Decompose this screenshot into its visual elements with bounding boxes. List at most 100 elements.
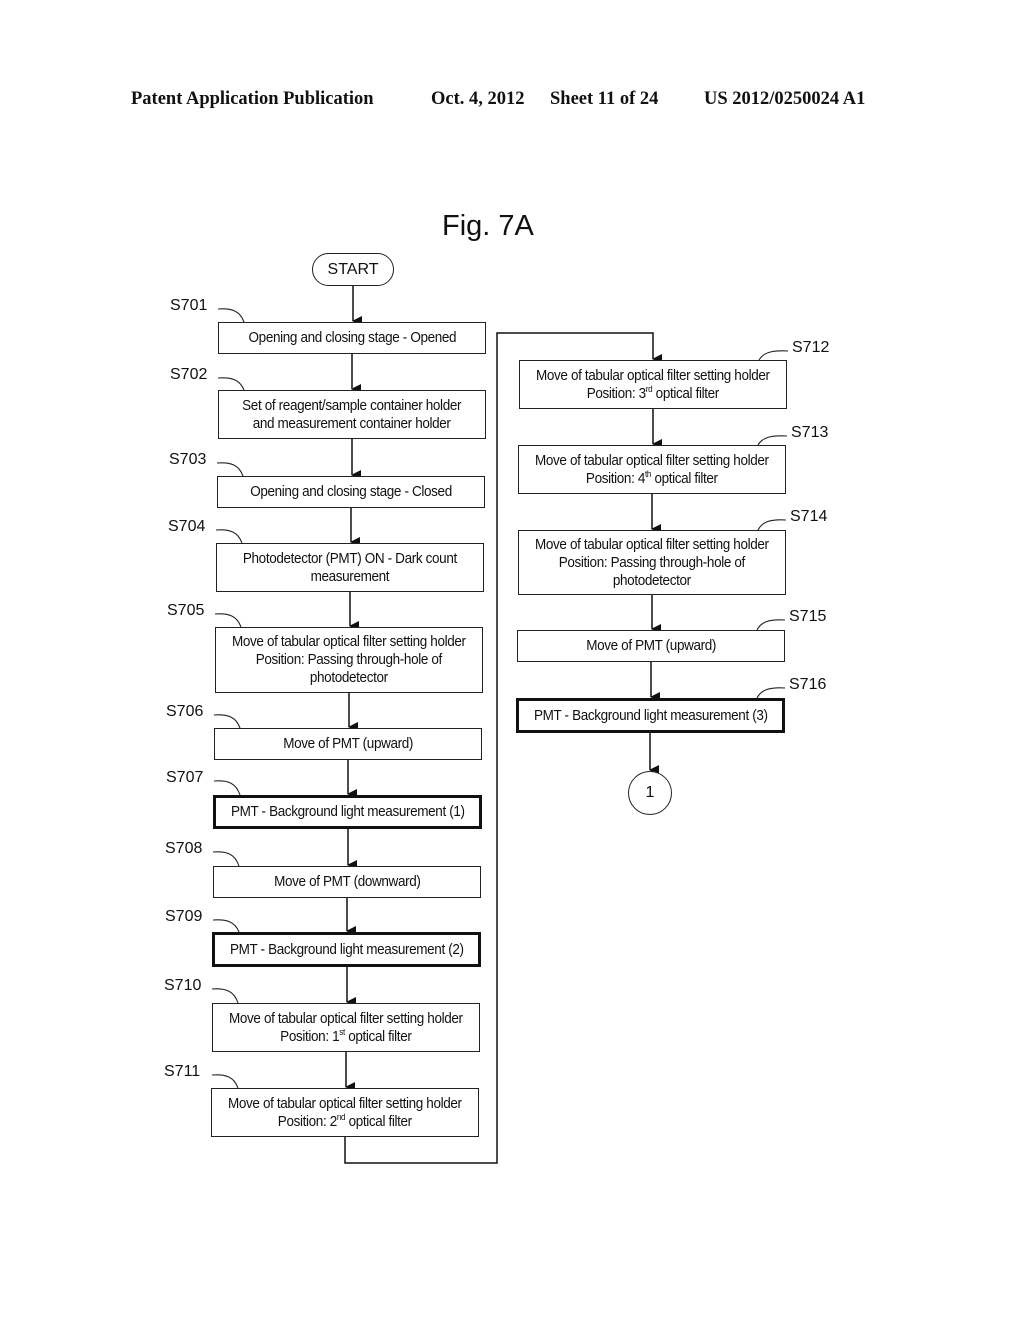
start-terminal: START xyxy=(312,253,394,286)
step-text-line: PMT - Background light measurement (3) xyxy=(533,706,768,724)
step-text-line: Move of PMT (downward) xyxy=(273,873,421,890)
step-label-s702: S702 xyxy=(170,366,208,383)
step-text: Move of tabular optical filter setting h… xyxy=(228,1095,462,1131)
sheet-number: Sheet 11 of 24 xyxy=(550,89,659,109)
step-text-line: measurement xyxy=(310,567,390,585)
step-text-line: Photodetector (PMT) ON - Dark count xyxy=(243,549,457,567)
publication-date: Oct. 4, 2012 xyxy=(431,89,525,109)
step-box-s711: Move of tabular optical filter setting h… xyxy=(211,1088,479,1137)
step-label-s710: S710 xyxy=(164,977,202,994)
step-label-s713: S713 xyxy=(791,424,829,441)
start-label: START xyxy=(327,260,379,278)
leader-line-s708 xyxy=(212,851,240,867)
step-text-line: Move of tabular optical filter setting h… xyxy=(535,451,769,469)
step-box-s701: Opening and closing stage - Opened xyxy=(218,322,486,354)
step-text-line: PMT - Background light measurement (2) xyxy=(229,940,464,958)
step-box-s716: PMT - Background light measurement (3) xyxy=(516,698,785,733)
step-label-s711: S711 xyxy=(164,1063,201,1080)
step-label-s705: S705 xyxy=(167,602,205,619)
step-text-line: PMT - Background light measurement (1) xyxy=(230,803,465,820)
step-text: Opening and closing stage - Closed xyxy=(250,483,452,501)
step-text-line: Move of PMT (upward) xyxy=(283,735,413,752)
step-text-line: Opening and closing stage - Closed xyxy=(250,483,452,500)
step-label-s709: S709 xyxy=(165,908,203,925)
step-text: Move of tabular optical filter setting h… xyxy=(535,536,769,590)
leader-line-s715 xyxy=(756,619,786,631)
step-box-s707: PMT - Background light measurement (1) xyxy=(213,795,482,829)
leader-line-s710 xyxy=(211,988,239,1004)
step-text-line: Move of tabular optical filter setting h… xyxy=(536,366,770,384)
step-label-s701: S701 xyxy=(170,297,208,314)
step-box-s702: Set of reagent/sample container holder an… xyxy=(218,390,486,439)
step-label-s716: S716 xyxy=(789,676,827,693)
flow-connectors xyxy=(211,286,789,1164)
step-text-line: Move of tabular optical filter setting h… xyxy=(535,535,769,553)
step-box-s703: Opening and closing stage - Closed xyxy=(217,476,485,508)
step-label-s706: S706 xyxy=(166,703,204,720)
step-text: Move of PMT (upward) xyxy=(586,637,716,655)
publication-type: Patent Application Publication xyxy=(131,89,374,109)
leader-line-s713 xyxy=(757,435,788,446)
step-text-line: Opening and closing stage - Opened xyxy=(248,329,456,346)
step-text: Opening and closing stage - Opened xyxy=(248,329,456,347)
step-text-line: Set of reagent/sample container holder xyxy=(242,396,462,414)
leader-line-s705 xyxy=(214,613,242,628)
off-page-connector: 1 xyxy=(628,771,672,815)
step-text: PMT - Background light measurement (3) xyxy=(534,707,768,725)
step-box-s704: Photodetector (PMT) ON - Dark count measu… xyxy=(216,543,484,592)
step-label-s712: S712 xyxy=(792,339,830,356)
step-text-line: Position: 3rd optical filter xyxy=(586,383,720,402)
step-text-line: Move of tabular optical filter setting h… xyxy=(229,1009,463,1027)
step-box-s710: Move of tabular optical filter setting h… xyxy=(212,1003,480,1052)
figure-title: Fig. 7A xyxy=(442,210,534,242)
step-text-line: Position: 4th optical filter xyxy=(586,468,718,487)
step-text: Move of tabular optical filter setting h… xyxy=(229,1010,463,1046)
leader-line-s709 xyxy=(212,919,240,933)
step-text-line: Position: Passing through-hole of xyxy=(255,651,443,668)
step-label-s714: S714 xyxy=(790,508,828,525)
step-box-s705: Move of tabular optical filter setting h… xyxy=(215,627,483,693)
step-text-line: Move of tabular optical filter setting h… xyxy=(232,633,466,650)
step-label-s708: S708 xyxy=(165,840,203,857)
step-label-s703: S703 xyxy=(169,451,207,468)
step-box-s708: Move of PMT (downward) xyxy=(213,866,481,898)
step-text-line: photodetector xyxy=(613,571,691,589)
step-text: Photodetector (PMT) ON - Dark count measu… xyxy=(243,550,457,586)
step-label-s707: S707 xyxy=(166,769,204,786)
step-text-line: photodetector xyxy=(310,669,388,686)
step-box-s715: Move of PMT (upward) xyxy=(517,630,785,662)
step-box-s713: Move of tabular optical filter setting h… xyxy=(518,445,786,494)
leader-line-s703 xyxy=(216,462,244,477)
step-text: PMT - Background light measurement (1) xyxy=(231,803,465,821)
leader-line-s716 xyxy=(756,687,786,699)
patent-number: US 2012/0250024 A1 xyxy=(704,89,866,109)
step-text: Move of PMT (upward) xyxy=(283,735,413,753)
step-text: Move of PMT (downward) xyxy=(273,873,421,891)
step-box-s714: Move of tabular optical filter setting h… xyxy=(518,530,786,595)
leader-line-s704 xyxy=(215,529,243,544)
step-text-line: Move of PMT (upward) xyxy=(586,637,716,654)
step-text-line: Position: 1st optical filter xyxy=(280,1026,412,1045)
step-text-line: Move of tabular optical filter setting h… xyxy=(228,1094,462,1112)
leader-line-s702 xyxy=(217,377,245,391)
step-text-line: Position: 2nd optical filter xyxy=(277,1111,413,1130)
leader-line-s701 xyxy=(217,308,245,323)
step-label-s704: S704 xyxy=(168,518,206,535)
step-box-s709: PMT - Background light measurement (2) xyxy=(212,932,481,967)
step-label-s715: S715 xyxy=(789,608,827,625)
step-box-s706: Move of PMT (upward) xyxy=(214,728,482,760)
leader-line-s714 xyxy=(757,519,787,531)
step-box-s712: Move of tabular optical filter setting h… xyxy=(519,360,787,409)
step-text: PMT - Background light measurement (2) xyxy=(230,941,464,959)
leader-line-s712 xyxy=(758,350,789,361)
step-text-line: and measurement container holder xyxy=(253,414,451,432)
step-text: Move of tabular optical filter setting h… xyxy=(536,367,770,403)
step-text: Set of reagent/sample container holder an… xyxy=(243,397,462,433)
leader-line-s706 xyxy=(213,714,241,729)
step-text: Move of tabular optical filter setting h… xyxy=(232,633,466,687)
step-text: Move of tabular optical filter setting h… xyxy=(535,452,769,488)
leader-line-s707 xyxy=(213,780,241,796)
leader-line-s711 xyxy=(211,1074,239,1089)
step-text-line: Position: Passing through-hole of xyxy=(558,553,746,571)
connector-label: 1 xyxy=(645,784,655,801)
